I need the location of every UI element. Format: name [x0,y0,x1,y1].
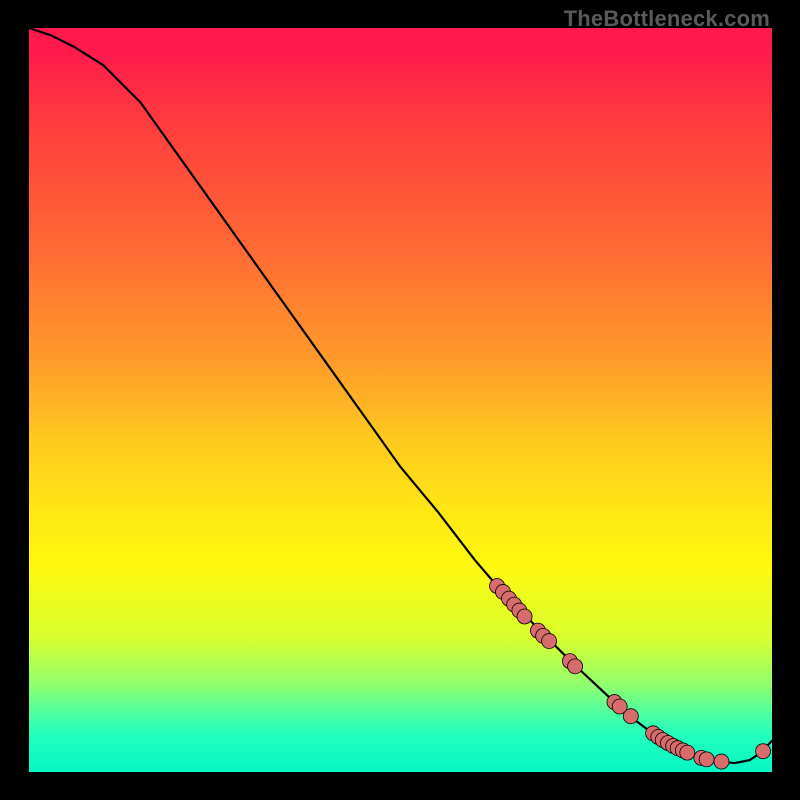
data-dots [490,579,771,770]
data-dot [680,745,695,760]
data-dot [699,752,714,767]
bottleneck-curve [29,28,772,763]
data-dot [756,744,771,759]
chart-stage: TheBottleneck.com [0,0,800,800]
data-dot [568,659,583,674]
chart-overlay [29,28,772,772]
data-dot [623,709,638,724]
data-dot [542,634,557,649]
data-dot [714,754,729,769]
data-dot [517,609,532,624]
